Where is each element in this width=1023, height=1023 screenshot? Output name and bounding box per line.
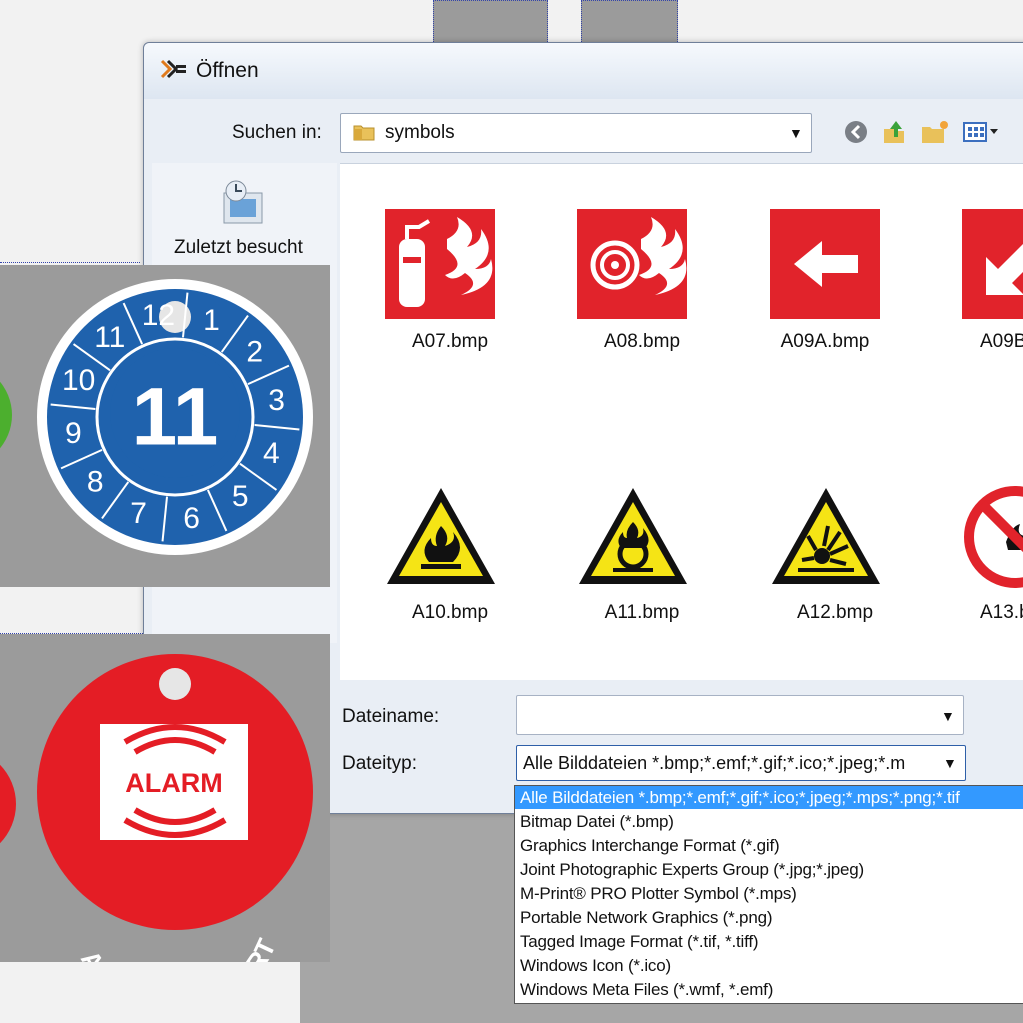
inspection-tag-panel[interactable]: 1 2 3 4 5 6 7 8 9 10 11 12 11 bbox=[0, 265, 330, 587]
filetype-dropdown-list[interactable]: Alle Bilddateien *.bmp;*.emf;*.gif;*.ico… bbox=[514, 785, 1023, 1004]
canvas-object-top-1[interactable] bbox=[433, 0, 548, 46]
file-name: A08.bmp bbox=[603, 331, 681, 352]
fire-hose-sign-icon bbox=[577, 209, 687, 319]
dialog-titlebar[interactable]: Öffnen bbox=[144, 43, 1023, 99]
filename-combobox[interactable]: ▼ bbox=[516, 695, 964, 735]
explosive-warning-icon bbox=[768, 482, 884, 592]
alarm-tag-graphic: ALARM ALARMGESICHERT bbox=[0, 654, 313, 962]
canvas-object-top-2[interactable] bbox=[581, 0, 678, 46]
filetype-option[interactable]: Bitmap Datei (*.bmp) bbox=[515, 810, 1023, 833]
month-label: 2 bbox=[246, 335, 263, 368]
month-label: 3 bbox=[268, 384, 285, 417]
file-name: A10.bmp bbox=[411, 602, 489, 623]
nav-toolbar bbox=[845, 121, 998, 143]
chevron-down-icon[interactable]: ▼ bbox=[943, 755, 957, 771]
filetype-value: Alle Bilddateien *.bmp;*.emf;*.gif;*.ico… bbox=[523, 753, 906, 773]
file-name: A07.bmp bbox=[411, 331, 489, 352]
flammable-warning-icon bbox=[383, 482, 499, 592]
month-label: 7 bbox=[130, 497, 147, 530]
month-label: 1 bbox=[203, 304, 220, 337]
file-name: A09B. bbox=[980, 331, 1023, 352]
filetype-option[interactable]: Windows Meta Files (*.wmf, *.emf) bbox=[515, 978, 1023, 1001]
arrow-left-sign-icon bbox=[770, 209, 880, 319]
filetype-option[interactable]: M-Print® PRO Plotter Symbol (*.mps) bbox=[515, 882, 1023, 905]
month-label: 9 bbox=[65, 417, 82, 450]
chevron-down-icon[interactable]: ▼ bbox=[789, 125, 803, 141]
look-in-label: Suchen in: bbox=[232, 122, 322, 143]
filetype-option[interactable]: Graphics Interchange Format (*.gif) bbox=[515, 834, 1023, 857]
filetype-label: Dateityp: bbox=[342, 753, 417, 774]
alarm-ring-text: ALARMGESICHERT bbox=[75, 934, 282, 962]
file-name: A13.b bbox=[980, 602, 1023, 623]
recent-places-label[interactable]: Zuletzt besucht bbox=[174, 237, 303, 259]
month-label: 8 bbox=[87, 466, 104, 499]
inspection-number: 11 bbox=[132, 372, 219, 463]
recent-places-icon[interactable] bbox=[214, 175, 270, 231]
filetype-option[interactable]: Joint Photographic Experts Group (*.jpg;… bbox=[515, 858, 1023, 881]
dialog-title: Öffnen bbox=[196, 59, 259, 82]
inspection-tag-graphic: 123456789101112 11 bbox=[0, 279, 313, 555]
fire-extinguisher-sign-icon bbox=[385, 209, 495, 319]
month-label: 5 bbox=[232, 480, 249, 513]
back-icon[interactable] bbox=[845, 121, 867, 143]
file-name: A11.bmp bbox=[604, 602, 680, 623]
filetype-combobox[interactable]: Alle Bilddateien *.bmp;*.emf;*.gif;*.ico… bbox=[516, 745, 966, 781]
filetype-option[interactable]: Portable Network Graphics (*.png) bbox=[515, 906, 1023, 929]
up-folder-icon[interactable] bbox=[884, 121, 904, 143]
alarm-text: ALARM bbox=[125, 768, 222, 798]
filetype-option[interactable]: Tagged Image Format (*.tif, *.tiff) bbox=[515, 930, 1023, 953]
arrow-down-left-sign-icon bbox=[962, 209, 1023, 319]
view-menu-icon[interactable] bbox=[963, 122, 998, 142]
folder-icon bbox=[353, 125, 375, 141]
filetype-option[interactable]: Windows Icon (*.ico) bbox=[515, 954, 1023, 977]
look-in-value: symbols bbox=[385, 122, 455, 143]
month-label: 6 bbox=[183, 502, 200, 535]
no-open-flame-icon bbox=[960, 482, 1023, 592]
app-logo-icon bbox=[160, 59, 186, 79]
file-list-view[interactable]: A07.bmp A08.bmp A09A.bmp A09B A10.bmp A1… bbox=[340, 163, 1023, 680]
alarm-tag-panel[interactable]: ALARM ALARMGESICHERT bbox=[0, 634, 330, 962]
guide-line bbox=[0, 262, 140, 263]
month-label: 12 bbox=[142, 299, 175, 332]
filename-label: Dateiname: bbox=[342, 706, 440, 727]
oxidizing-warning-icon bbox=[575, 482, 691, 592]
month-label: 4 bbox=[263, 437, 280, 470]
new-folder-icon[interactable] bbox=[922, 121, 948, 143]
filename-input[interactable] bbox=[521, 700, 925, 728]
file-name: A09A.bmp bbox=[780, 331, 870, 352]
chevron-down-icon[interactable]: ▼ bbox=[941, 708, 955, 724]
month-label: 10 bbox=[62, 364, 95, 397]
file-name: A12.bmp bbox=[796, 602, 874, 623]
look-in-combobox[interactable]: symbols ▼ bbox=[340, 113, 812, 153]
month-label: 11 bbox=[94, 321, 125, 354]
alarm-ring-textpath: ALARMGESICHERT bbox=[75, 934, 282, 962]
filetype-option[interactable]: Alle Bilddateien *.bmp;*.emf;*.gif;*.ico… bbox=[515, 786, 1023, 810]
